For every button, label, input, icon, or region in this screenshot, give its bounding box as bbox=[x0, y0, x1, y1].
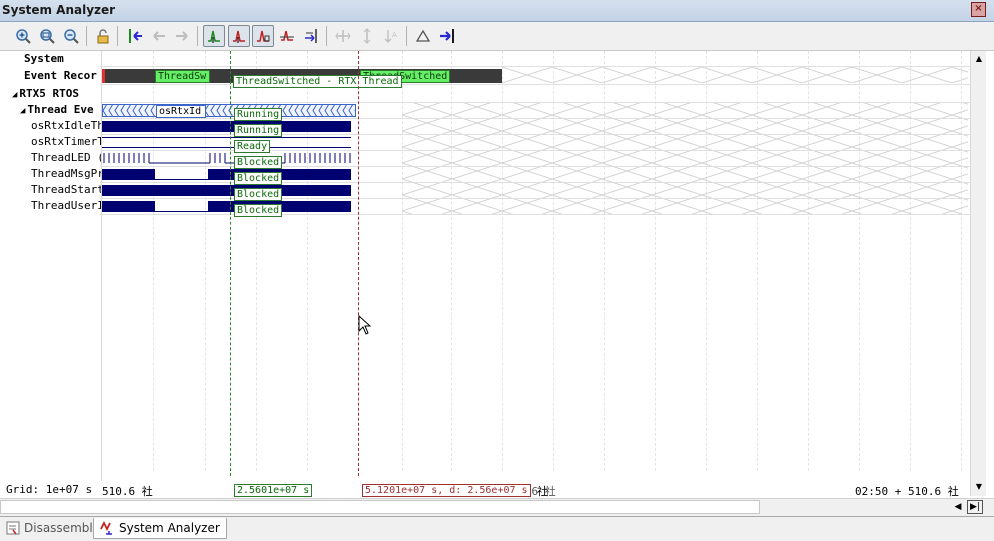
time-statusbar: Grid: 1e+07 s 510.6 社 01:00 + 510.6 社 2.… bbox=[0, 481, 970, 498]
row-label-text: RTX5 RTOS bbox=[19, 87, 80, 100]
vertical-scrollbar[interactable]: ▲ ▼ bbox=[970, 51, 987, 496]
mouse-pointer-icon bbox=[358, 315, 372, 335]
toolbar-separator bbox=[406, 26, 407, 46]
window-title: System Analyzer bbox=[2, 3, 116, 17]
scroll-left-icon[interactable]: ◀ bbox=[951, 500, 965, 514]
scroll-thumb[interactable] bbox=[0, 500, 760, 514]
show-events-icon[interactable] bbox=[203, 25, 225, 47]
zoom-all-icon[interactable] bbox=[60, 25, 81, 46]
delta-icon[interactable] bbox=[412, 25, 433, 46]
thread-ready-bar[interactable] bbox=[102, 137, 351, 148]
scroll-down-icon[interactable]: ▼ bbox=[973, 481, 985, 493]
next-event-icon[interactable] bbox=[171, 25, 192, 46]
collapse-icon[interactable] bbox=[356, 25, 377, 46]
row-label-thread-userif[interactable]: ThreadUserIF bbox=[31, 199, 101, 212]
right-gutter bbox=[986, 51, 994, 496]
thread-running-bar[interactable] bbox=[102, 185, 351, 196]
start-time-readout: 510.6 社 bbox=[102, 485, 153, 498]
red-cursor-time: 5.1201e+07 s, d: 2.56e+07 s bbox=[362, 484, 531, 497]
state-label: Blocked bbox=[234, 156, 283, 169]
green-cursor-time: 2.5601e+07 s bbox=[234, 484, 313, 497]
export-icon[interactable] bbox=[300, 25, 321, 46]
thread-led-ticks[interactable] bbox=[102, 152, 352, 164]
event-label[interactable]: ThreadSw bbox=[155, 70, 210, 83]
analyzer-panel: System Event Recor ◢ RTX5 RTOS ◢ Thread Ev… bbox=[0, 51, 970, 496]
window-titlebar: System Analyzer × bbox=[0, 0, 994, 22]
thread-running-bar[interactable] bbox=[102, 201, 155, 212]
tab-label: System Analyzer bbox=[119, 521, 220, 535]
lock-icon[interactable] bbox=[92, 25, 113, 46]
green-cursor-line[interactable] bbox=[230, 51, 231, 476]
zoom-in-icon[interactable] bbox=[12, 25, 33, 46]
thread-running-bar[interactable] bbox=[102, 121, 351, 132]
show-cursor-icon[interactable] bbox=[228, 25, 250, 47]
end-time-readout: 02:50 + 510.6 社 bbox=[855, 485, 959, 498]
expander-icon[interactable]: ◢ bbox=[12, 90, 17, 100]
thread-blocked-line bbox=[155, 211, 208, 212]
expander-icon[interactable]: ◢ bbox=[20, 106, 25, 116]
toolbar: A bbox=[0, 22, 994, 51]
event-tooltip: ThreadSwitched - RTX Thread bbox=[233, 75, 402, 88]
thread-event-label: osRtxId bbox=[156, 105, 206, 118]
toolbar-separator bbox=[86, 26, 87, 46]
disassembly-icon bbox=[6, 521, 20, 535]
show-timing-icon[interactable] bbox=[252, 25, 274, 47]
svg-text:A: A bbox=[392, 31, 397, 39]
row-label-system[interactable]: System bbox=[24, 52, 100, 65]
state-label: Blocked bbox=[234, 172, 283, 185]
red-cursor-suffix: 社 bbox=[537, 485, 548, 498]
zoom-out-icon[interactable] bbox=[36, 25, 57, 46]
grid-readout: Grid: 1e+07 s bbox=[6, 483, 93, 496]
system-analyzer-icon bbox=[100, 521, 112, 535]
state-label: Ready bbox=[234, 140, 271, 153]
tab-label: Disassembly bbox=[24, 521, 100, 535]
toolbar-separator bbox=[197, 26, 198, 46]
event-marker bbox=[102, 69, 105, 83]
row-label-idle-thread[interactable]: osRtxIdleThr bbox=[31, 119, 101, 132]
toolbar-separator bbox=[326, 26, 327, 46]
no-data-area bbox=[402, 67, 968, 215]
row-label-thread-start[interactable]: ThreadStart bbox=[31, 183, 101, 196]
state-label: Blocked bbox=[234, 188, 283, 201]
horizontal-scrollbar[interactable]: ◀ ▶| bbox=[0, 498, 994, 516]
row-label-rtx5-rtos[interactable]: ◢ RTX5 RTOS bbox=[12, 87, 100, 100]
thread-switch-icon[interactable] bbox=[276, 25, 297, 46]
toolbar-separator bbox=[117, 26, 118, 46]
row-label-timer-thread[interactable]: osRtxTimerTh bbox=[31, 135, 101, 148]
thread-events-bar[interactable] bbox=[102, 104, 356, 117]
row-label-thread-led[interactable]: ThreadLED (C bbox=[31, 151, 101, 164]
previous-event-icon[interactable] bbox=[148, 25, 169, 46]
jump-to-code-icon[interactable] bbox=[124, 25, 145, 46]
red-cursor-line[interactable] bbox=[358, 51, 359, 476]
row-label-thread-msg-pro[interactable]: ThreadMsgPro bbox=[31, 167, 101, 180]
expand-icon[interactable] bbox=[332, 25, 353, 46]
row-label-event-recorder[interactable]: Event Recor bbox=[24, 69, 100, 82]
scroll-end-icon[interactable]: ▶| bbox=[967, 500, 983, 514]
sort-icon[interactable]: A bbox=[380, 25, 401, 46]
tab-disassembly[interactable]: Disassembly bbox=[0, 518, 106, 538]
tab-system-analyzer[interactable]: System Analyzer bbox=[93, 518, 227, 539]
row-label-thread-events[interactable]: ◢ Thread Eve bbox=[20, 103, 100, 116]
state-label: Running bbox=[234, 108, 283, 121]
bottom-tabs: Disassembly System Analyzer bbox=[0, 516, 994, 541]
state-label: Running bbox=[234, 124, 283, 137]
state-label: Blocked bbox=[234, 204, 283, 217]
row-label-text: Thread Eve bbox=[27, 103, 94, 116]
scroll-up-icon[interactable]: ▲ bbox=[973, 53, 985, 65]
close-icon[interactable]: × bbox=[971, 2, 986, 17]
thread-running-bar[interactable] bbox=[102, 169, 155, 180]
thread-blocked-line bbox=[155, 179, 208, 180]
go-to-end-icon[interactable] bbox=[436, 25, 457, 46]
